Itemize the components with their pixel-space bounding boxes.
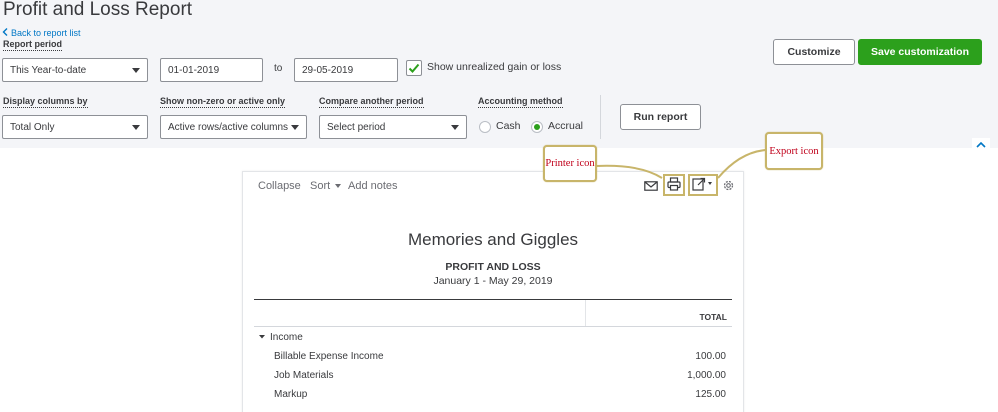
annotation-connectors [595,149,767,179]
printer-callout: Printer icon [543,145,597,182]
export-callout: Export icon [765,132,823,170]
